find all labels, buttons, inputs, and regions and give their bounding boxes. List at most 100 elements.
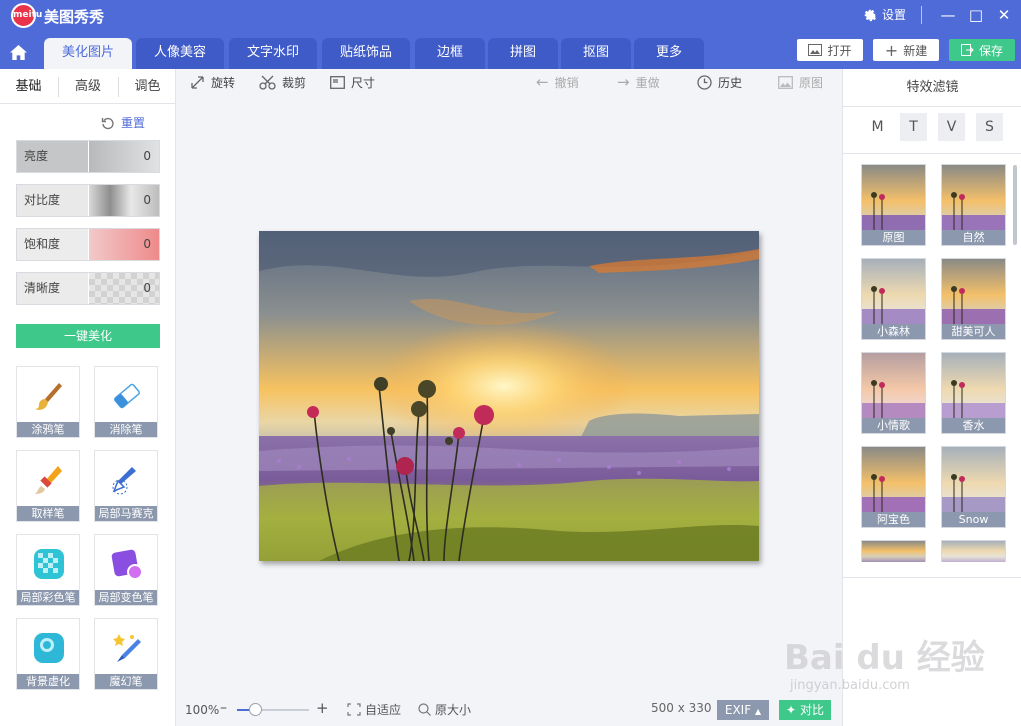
brightness-value: 0	[88, 141, 159, 172]
saturation-slider[interactable]: 饱和度 0	[16, 228, 160, 261]
divider	[843, 153, 1021, 154]
tab-collage[interactable]: 拼图	[488, 38, 558, 69]
divider	[843, 577, 1021, 578]
filter-sweet[interactable]: 甜美可人	[941, 258, 1006, 340]
actual-size-label: 原大小	[435, 703, 472, 717]
subtab-advanced[interactable]: 高级	[59, 69, 117, 104]
tool-sample-brush[interactable]: 取样笔	[16, 450, 80, 522]
minimize-button[interactable]: —	[937, 4, 959, 26]
rotate-icon	[191, 75, 204, 89]
filter-snow[interactable]: Snow	[941, 446, 1006, 528]
filter-abao[interactable]: 阿宝色	[861, 446, 926, 528]
filter-original[interactable]: 原图	[861, 164, 926, 246]
tool-background-blur[interactable]: 背景虚化	[16, 618, 80, 690]
tab-frame[interactable]: 边框	[415, 38, 485, 69]
exif-button[interactable]: EXIF ▲	[717, 700, 769, 720]
saturation-value: 0	[88, 229, 159, 260]
right-panel: 特效滤镜 M T V S 原图 自然 小森林 甜美可人 小情歌 香水 阿宝色 S…	[842, 69, 1021, 726]
tab-stickers[interactable]: 贴纸饰品	[322, 38, 410, 69]
tab-text-watermark[interactable]: 文字水印	[229, 38, 317, 69]
subtab-color[interactable]: 调色	[119, 69, 176, 104]
reset-label: 重置	[121, 116, 146, 130]
filter-love-song[interactable]: 小情歌	[861, 352, 926, 434]
undo-button[interactable]: ← 撤销	[536, 73, 579, 91]
actual-size-button[interactable]: 原大小	[418, 701, 471, 718]
clarity-value: 0	[88, 273, 159, 304]
exif-label: EXIF	[724, 703, 752, 717]
open-label: 打开	[827, 43, 852, 58]
filter-little-forest[interactable]: 小森林	[861, 258, 926, 340]
tool-magic-pen[interactable]: 魔幻笔	[94, 618, 158, 690]
tab-more[interactable]: 更多	[634, 38, 704, 69]
tool-graffiti-brush[interactable]: 涂鸦笔	[16, 366, 80, 438]
history-label: 历史	[718, 75, 743, 90]
filter-tab-v[interactable]: V	[938, 113, 965, 141]
close-button[interactable]: ✕	[993, 4, 1015, 26]
tool-local-color-pen[interactable]: 局部彩色笔	[16, 534, 80, 606]
rotate-label: 旋转	[211, 75, 236, 90]
brightness-slider[interactable]: 亮度 0	[16, 140, 160, 173]
scissors-icon	[259, 75, 276, 90]
rotate-button[interactable]: 旋转	[190, 73, 235, 91]
edited-photo[interactable]	[259, 231, 759, 561]
mosaic-pen-icon	[112, 467, 136, 495]
eraser-icon	[114, 383, 140, 409]
caret-up-icon: ▲	[754, 707, 762, 716]
redo-label: 重做	[635, 75, 660, 90]
reset-button[interactable]: 重置	[101, 114, 145, 131]
maximize-button[interactable]: □	[965, 4, 987, 26]
settings-button[interactable]: 设置	[863, 6, 906, 23]
fit-button[interactable]: 自适应	[347, 701, 401, 718]
clarity-slider[interactable]: 清晰度 0	[16, 272, 160, 305]
filter-next-partial[interactable]	[861, 540, 926, 562]
minus-icon: –	[220, 700, 227, 716]
contrast-slider[interactable]: 对比度 0	[16, 184, 160, 217]
filter-perfume[interactable]: 香水	[941, 352, 1006, 434]
filter-next-partial[interactable]	[941, 540, 1006, 562]
filter-tab-s[interactable]: S	[976, 113, 1003, 141]
tool-label: 局部彩色笔	[17, 590, 79, 605]
image-icon	[808, 44, 823, 56]
tool-local-recolor-pen[interactable]: 局部变色笔	[94, 534, 158, 606]
redo-button[interactable]: → 重做	[617, 73, 660, 91]
contrast-label: 对比度	[17, 185, 88, 216]
settings-label: 设置	[882, 8, 907, 22]
filter-scrollbar[interactable]	[1013, 165, 1017, 245]
one-key-beautify-button[interactable]: 一键美化	[16, 324, 160, 348]
history-button[interactable]: 历史	[697, 73, 742, 91]
save-button[interactable]: 保存	[949, 39, 1015, 61]
filter-label: 自然	[942, 230, 1005, 245]
brightness-label: 亮度	[17, 141, 88, 172]
compare-button[interactable]: ✦ 对比	[779, 700, 831, 720]
filter-label: 小情歌	[862, 418, 925, 433]
crop-button[interactable]: 裁剪	[259, 73, 306, 91]
size-button[interactable]: 尺寸	[330, 73, 375, 91]
filter-natural[interactable]: 自然	[941, 164, 1006, 246]
open-button[interactable]: 打开	[797, 39, 863, 61]
tool-label: 涂鸦笔	[17, 422, 79, 437]
plus-icon: +	[316, 699, 329, 717]
zoom-in-button[interactable]: +	[316, 699, 329, 717]
recolor-pen-icon	[111, 549, 143, 580]
tab-beautify[interactable]: 美化图片	[44, 38, 132, 69]
tab-portrait[interactable]: 人像美容	[136, 38, 224, 69]
new-button[interactable]: + 新建	[873, 39, 939, 61]
zoom-out-button[interactable]: –	[220, 700, 227, 716]
filter-label: 小森林	[862, 324, 925, 339]
filter-tab-m[interactable]: M	[864, 113, 891, 141]
original-label: 原图	[799, 75, 824, 90]
subtab-basic[interactable]: 基础	[0, 69, 57, 104]
tab-cutout[interactable]: 抠图	[561, 38, 631, 69]
original-button[interactable]: 原图	[778, 73, 823, 91]
filter-tab-t[interactable]: T	[900, 113, 927, 141]
tool-eraser[interactable]: 消除笔	[94, 366, 158, 438]
home-button[interactable]	[0, 36, 36, 69]
tool-label: 背景虚化	[17, 674, 79, 689]
plus-icon: +	[884, 40, 899, 60]
brush-icon	[35, 383, 62, 410]
zoom-slider-handle[interactable]	[249, 703, 262, 716]
new-label: 新建	[903, 43, 928, 58]
undo-icon: ←	[536, 73, 549, 91]
tool-local-mosaic[interactable]: 局部马赛克	[94, 450, 158, 522]
tool-label: 局部马赛克	[95, 506, 157, 521]
